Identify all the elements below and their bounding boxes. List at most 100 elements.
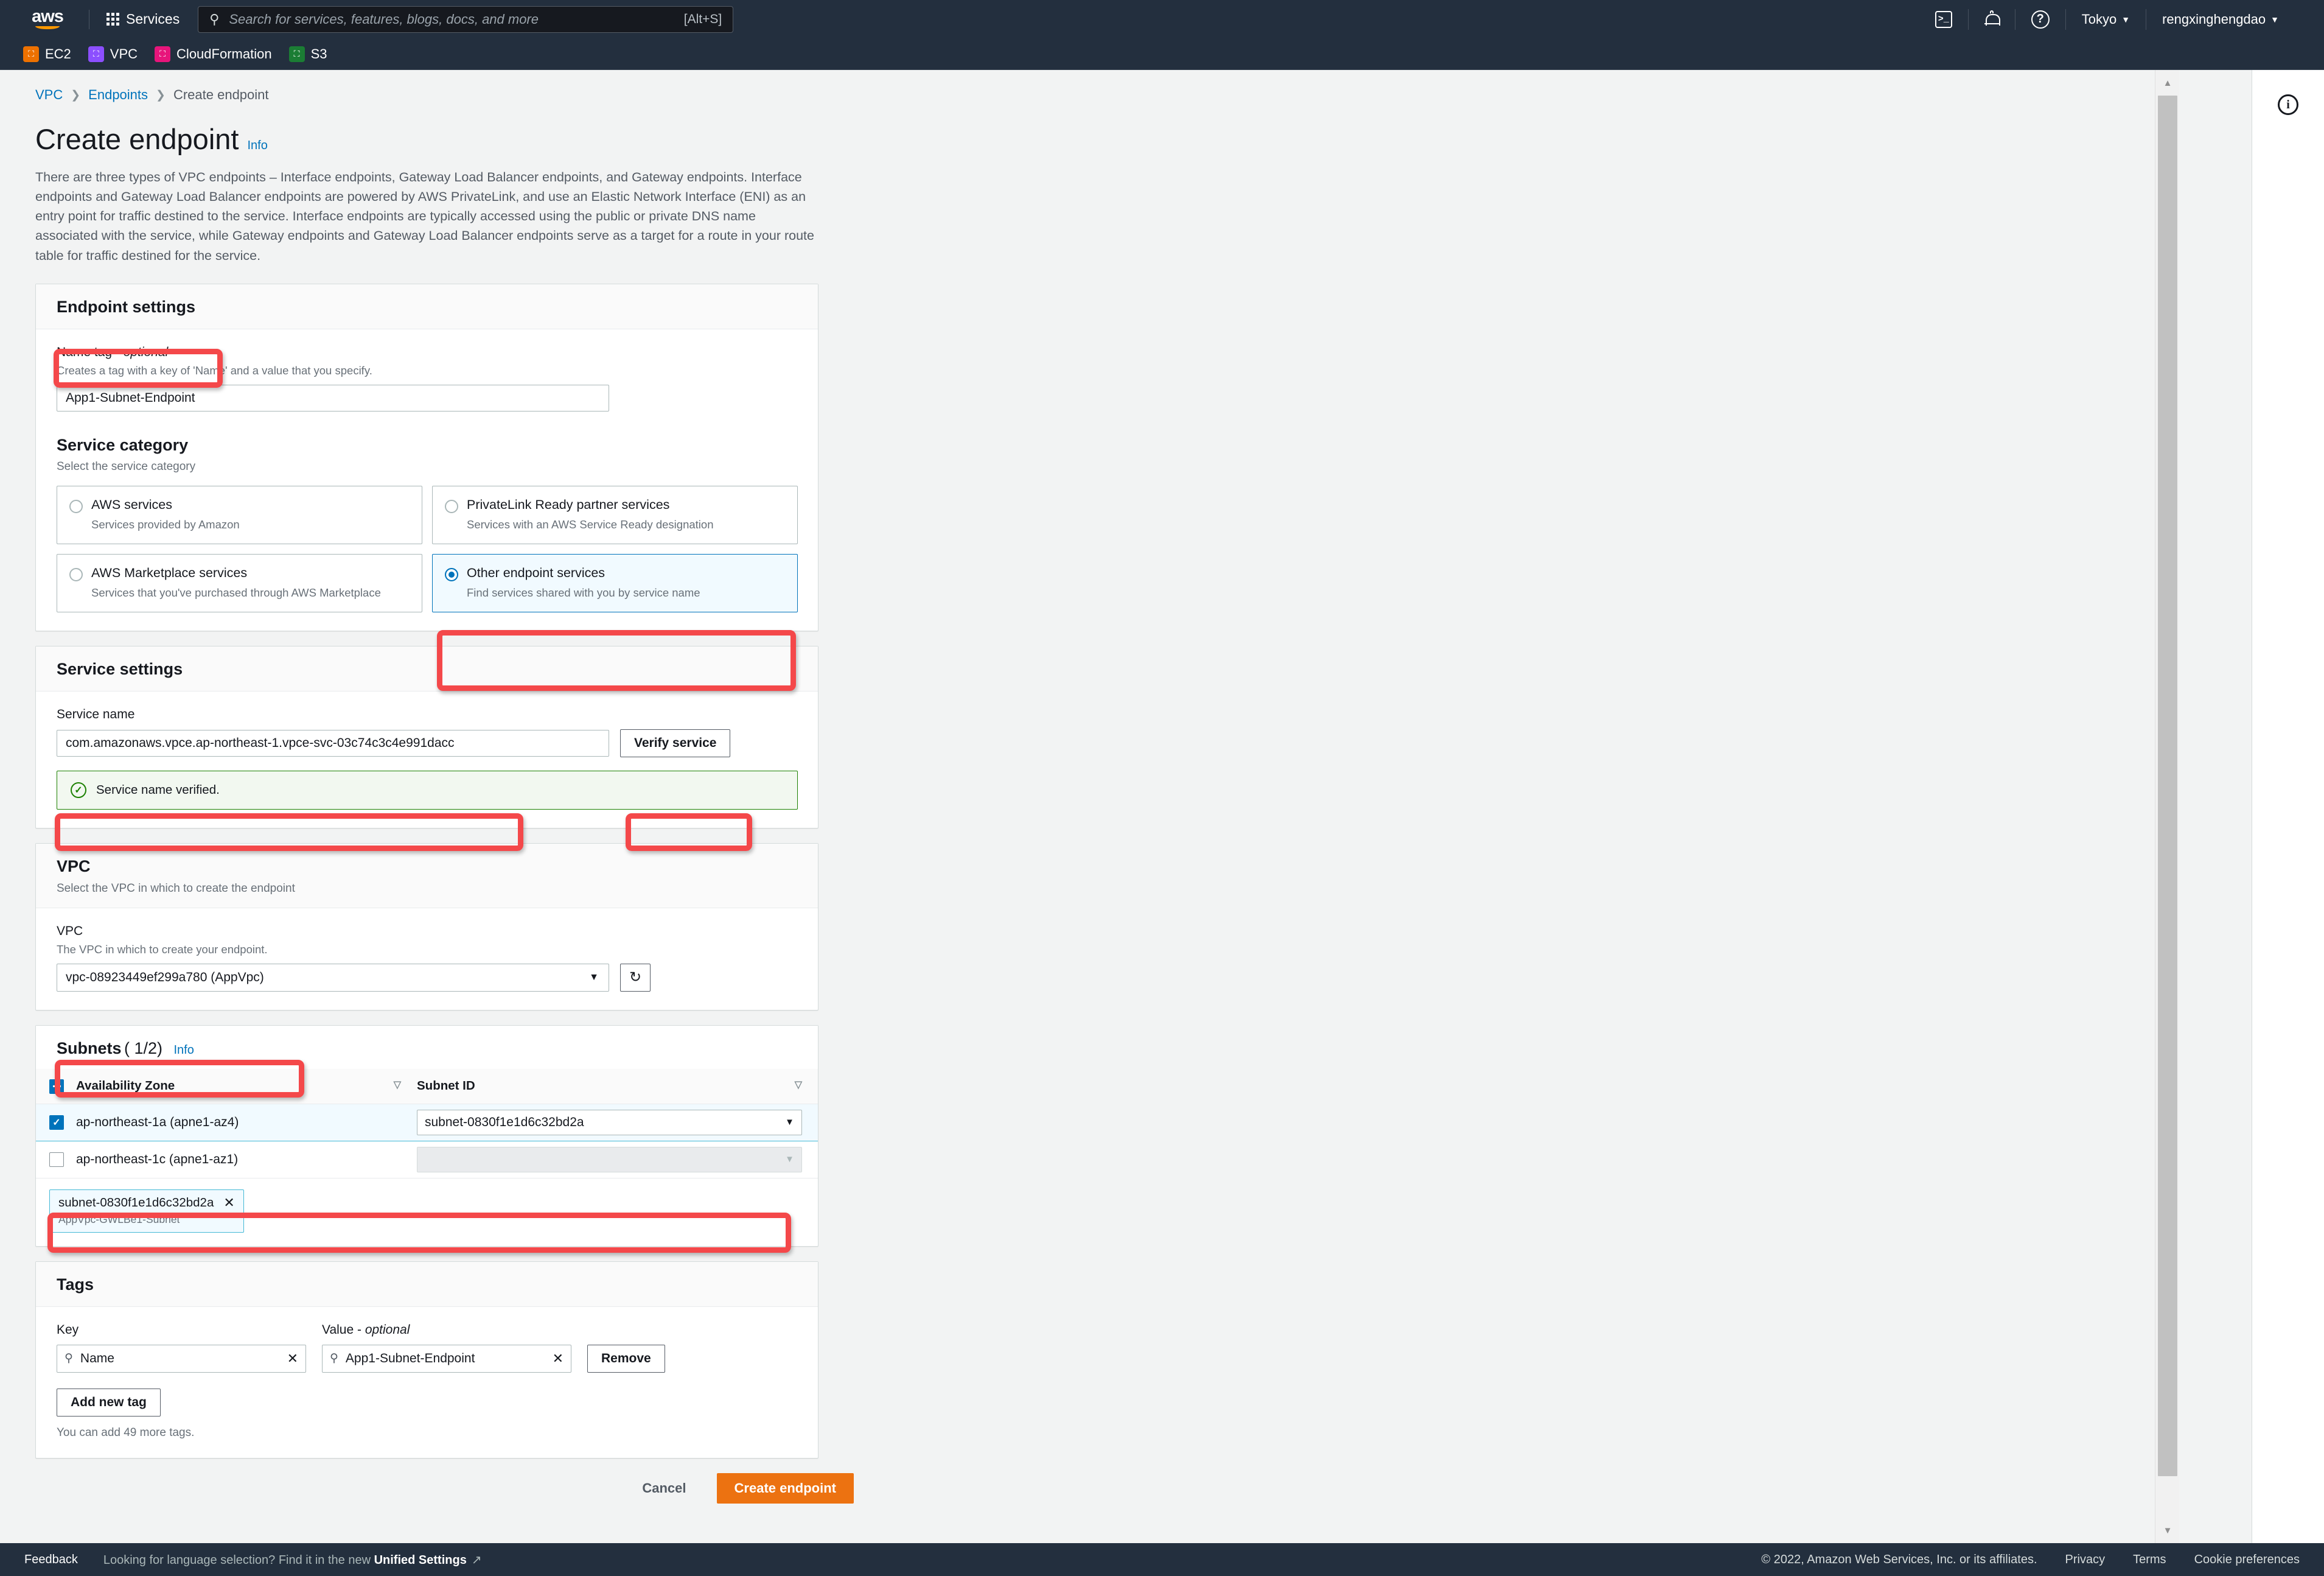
tags-title: Tags [57,1275,94,1294]
column-label: Subnet ID [417,1079,475,1093]
unified-settings-link[interactable]: Unified Settings [374,1553,467,1567]
service-category-options: AWS services Services provided by Amazon… [57,485,798,612]
shortcut-s3[interactable]: ⛶ S3 [288,46,327,62]
radio-aws-services[interactable]: AWS services Services provided by Amazon [57,485,422,544]
refresh-icon: ↻ [629,969,642,986]
sort-icon: ▽ [794,1080,802,1091]
radio-icon [445,499,458,513]
endpoint-settings-title: Endpoint settings [57,297,195,316]
shortcut-vpc[interactable]: ⛶ VPC [88,46,138,62]
account-label: rengxinghengdao [2162,11,2266,27]
radio-privatelink-partner-services[interactable]: PrivateLink Ready partner services Servi… [432,485,798,544]
feedback-link[interactable]: Feedback [24,1553,78,1567]
breadcrumb-item-endpoints[interactable]: Endpoints [88,87,148,103]
shortcut-label: CloudFormation [176,46,272,61]
page-info-link[interactable]: Info [247,139,267,152]
endpoint-settings-card: Endpoint settings Name tag - optional Cr… [35,283,818,631]
vpc-select[interactable]: vpc-08923449ef299a780 (AppVpc) ▼ [57,963,609,992]
breadcrumb-item-vpc[interactable]: VPC [35,87,63,103]
token-top-row: subnet-0830f1e1d6c32bd2a ✕ [58,1195,235,1211]
breadcrumb-item-current: Create endpoint [173,87,269,102]
radio-aws-marketplace-services[interactable]: AWS Marketplace services Services that y… [57,553,422,612]
service-category-heading: Service category [57,435,189,454]
region-selector[interactable]: Tokyo ▼ [2066,7,2146,32]
tag-value-label: Value - optional [322,1322,410,1337]
radio-sub: Services with an AWS Service Ready desig… [467,517,714,531]
notifications-button[interactable] [1969,7,2015,32]
tag-key-value: Name [80,1351,114,1365]
radio-icon [69,499,83,513]
column-subnet-id[interactable]: Subnet ID ▽ [417,1068,818,1104]
cancel-button[interactable]: Cancel [632,1474,696,1502]
cloudshell-icon: >_ [1935,10,1952,28]
cookie-preferences-link[interactable]: Cookie preferences [2194,1553,2300,1567]
subnets-info-link[interactable]: Info [173,1043,194,1057]
global-search-input[interactable]: ⚲ Search for services, features, blogs, … [198,5,734,33]
radio-icon [69,567,83,581]
verify-service-button[interactable]: Verify service [620,729,731,757]
privacy-link[interactable]: Privacy [2065,1553,2106,1567]
create-endpoint-button[interactable]: Create endpoint [716,1473,854,1504]
help-button[interactable]: ? [2015,7,2065,32]
page-header: Create endpoint Info [35,124,818,155]
table-row[interactable]: ap-northeast-1c (apne1-az1) ▼ [36,1141,818,1178]
aws-logo[interactable]: aws [27,7,68,32]
chevron-down-icon: ▼ [2121,14,2130,24]
column-label: Availability Zone [76,1079,175,1093]
name-tag-hint: Creates a tag with a key of 'Name' and a… [57,363,372,377]
cloudshell-button[interactable]: >_ [1919,7,1968,32]
tag-key-column: Key ⚲ Name ✕ [57,1323,306,1373]
remove-tag-button[interactable]: Remove [587,1344,665,1373]
shortcut-cloudformation[interactable]: ⛶ CloudFormation [155,46,272,62]
top-navigation-bar: aws Services ⚲ Search for services, feat… [0,0,2324,38]
radio-title: PrivateLink Ready partner services [467,497,670,512]
clear-icon[interactable]: ✕ [287,1351,298,1367]
tag-key-input[interactable]: ⚲ Name ✕ [57,1344,306,1373]
footer-left: Feedback Looking for language selection?… [24,1552,482,1567]
aws-logo-text: aws [32,7,64,26]
row-checkbox[interactable]: ✓ [49,1115,64,1130]
endpoint-settings-body: Name tag - optional Creates a tag with a… [36,329,818,631]
chevron-right-icon: ❯ [71,88,81,102]
main-content-column: VPC ❯ Endpoints ❯ Create endpoint Create… [0,70,2252,1543]
search-icon: ⚲ [65,1352,73,1365]
tag-value-input[interactable]: ⚲ App1-Subnet-Endpoint ✕ [322,1344,571,1373]
page-footer: Feedback Looking for language selection?… [0,1543,2324,1576]
page-body: VPC ❯ Endpoints ❯ Create endpoint Create… [0,70,2324,1543]
account-menu[interactable]: rengxinghengdao ▼ [2146,7,2295,32]
refresh-button[interactable]: ↻ [620,963,651,992]
name-tag-input[interactable]: App1-Subnet-Endpoint [57,384,609,412]
info-circle-icon[interactable]: i [2278,94,2298,115]
row-subnet-cell: subnet-0830f1e1d6c32bd2a ▼ [417,1103,818,1141]
vpc-subtitle: Select the VPC in which to create the en… [57,881,295,895]
services-menu-label: Services [126,11,180,27]
terms-link[interactable]: Terms [2133,1553,2166,1567]
search-shortcut-hint: [Alt+S] [683,12,722,26]
table-row[interactable]: ✓ ap-northeast-1a (apne1-az4) subnet-083… [36,1103,818,1141]
scrollbar-thumb[interactable] [2158,96,2177,1476]
service-verified-message: Service name verified. [96,782,220,797]
column-availability-zone[interactable]: Availability Zone ▽ [76,1068,417,1104]
service-settings-body: Service name com.amazonaws.vpce.ap-north… [36,692,818,828]
row-checkbox[interactable] [49,1152,64,1167]
radio-other-endpoint-services[interactable]: Other endpoint services Find services sh… [432,553,798,612]
subnet-id-select[interactable]: subnet-0830f1e1d6c32bd2a ▼ [417,1109,802,1135]
vertical-scrollbar[interactable]: ▲ ▼ [2155,70,2179,1543]
s3-icon: ⛶ [288,46,305,62]
subnet-id-value: subnet-0830f1e1d6c32bd2a [425,1115,584,1129]
radio-sub: Services provided by Amazon [91,517,240,531]
service-name-input[interactable]: com.amazonaws.vpce.ap-northeast-1.vpce-s… [57,729,609,757]
select-all-checkbox[interactable] [49,1079,64,1094]
tags-header: Tags [36,1261,818,1307]
add-new-tag-button[interactable]: Add new tag [57,1388,161,1417]
shortcut-label: VPC [110,46,138,61]
vpc-select-row: vpc-08923449ef299a780 (AppVpc) ▼ ↻ [57,963,797,992]
shortcut-ec2[interactable]: ⛶ EC2 [23,46,71,62]
services-menu-button[interactable]: Services [99,6,187,32]
scroll-up-arrow-icon[interactable]: ▲ [2155,70,2180,96]
close-icon[interactable]: ✕ [223,1195,234,1211]
form-container: VPC ❯ Endpoints ❯ Create endpoint Create… [0,70,854,1504]
breadcrumb: VPC ❯ Endpoints ❯ Create endpoint [35,87,818,103]
clear-icon[interactable]: ✕ [553,1351,564,1367]
scroll-down-arrow-icon[interactable]: ▼ [2155,1518,2180,1543]
